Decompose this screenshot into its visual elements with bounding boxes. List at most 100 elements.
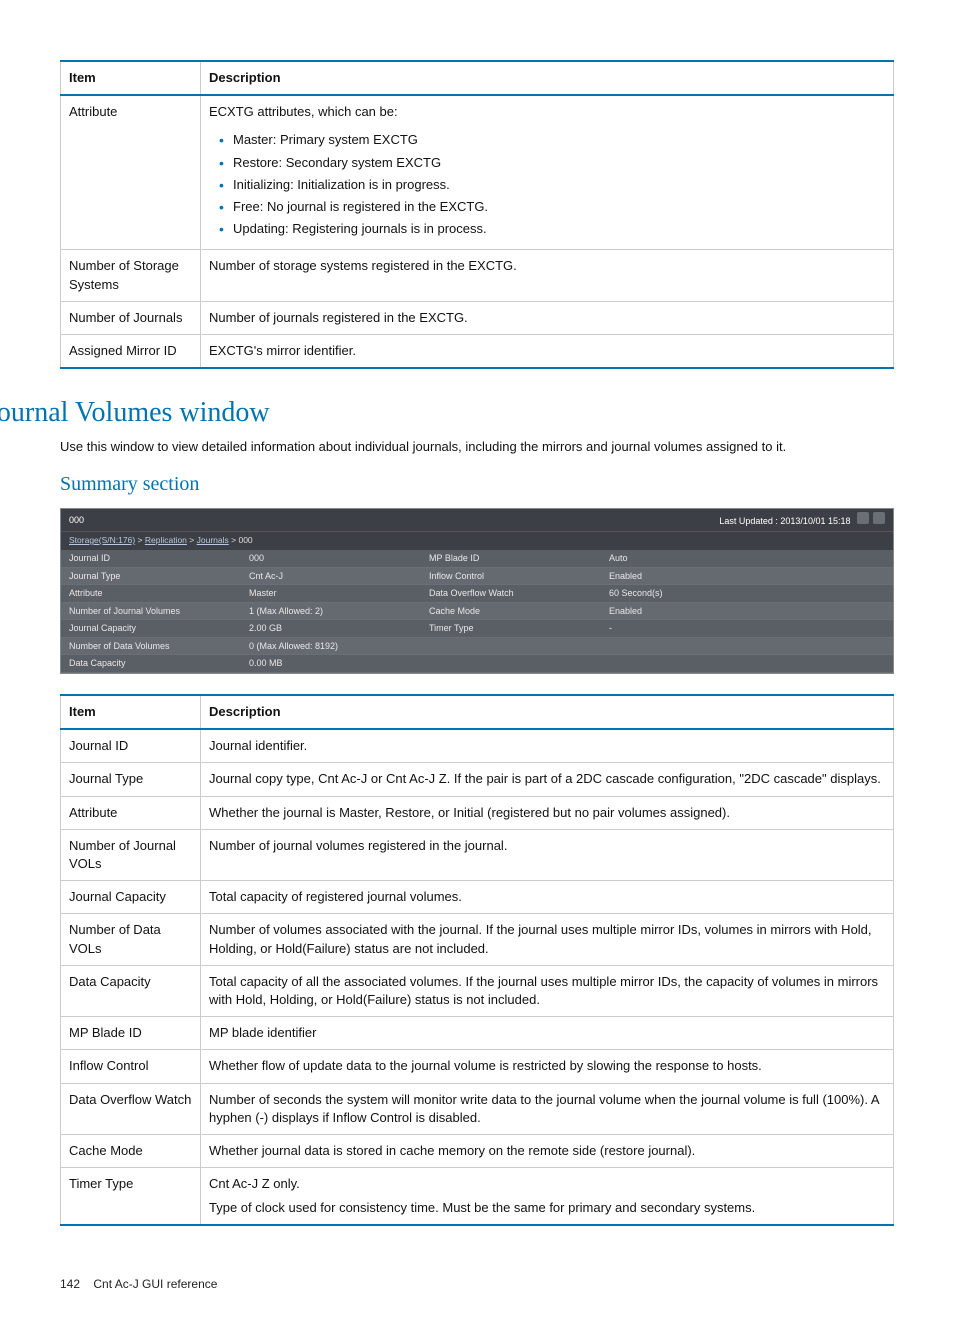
- section-body: Use this window to view detailed informa…: [60, 438, 894, 456]
- breadcrumb-tail: 000: [238, 535, 252, 545]
- summary-empty: [421, 638, 601, 656]
- table-row: Number of JournalsNumber of journals reg…: [61, 301, 894, 334]
- description-cell: Number of storage systems registered in …: [201, 250, 894, 301]
- table-row: Data CapacityTotal capacity of all the a…: [61, 965, 894, 1016]
- table-row: AttributeWhether the journal is Master, …: [61, 796, 894, 829]
- item-cell: Data Capacity: [61, 965, 201, 1016]
- journal-summary-table: Item Description Journal IDJournal ident…: [60, 694, 894, 1226]
- item-cell: Inflow Control: [61, 1050, 201, 1083]
- table-row: AttributeECXTG attributes, which can be:…: [61, 95, 894, 250]
- description-cell: Journal copy type, Cnt Ac-J or Cnt Ac-J …: [201, 763, 894, 796]
- item-cell: Number of Journal VOLs: [61, 829, 201, 880]
- description-cell: Number of journals registered in the EXC…: [201, 301, 894, 334]
- subsection-heading: Summary section: [60, 470, 894, 498]
- description-cell: Total capacity of registered journal vol…: [201, 881, 894, 914]
- bullet-item: Restore: Secondary system EXCTG: [219, 154, 885, 172]
- col-item: Item: [61, 61, 201, 95]
- summary-label: Number of Data Volumes: [61, 638, 241, 656]
- exctg-attributes-table: Item Description AttributeECXTG attribut…: [60, 60, 894, 369]
- summary-label: Timer Type: [421, 620, 601, 638]
- item-cell: Cache Mode: [61, 1134, 201, 1167]
- col-description: Description: [201, 61, 894, 95]
- help-icon[interactable]: [873, 512, 885, 524]
- description-cell: Whether the journal is Master, Restore, …: [201, 796, 894, 829]
- item-cell: Assigned Mirror ID: [61, 334, 201, 368]
- item-cell: Journal Type: [61, 763, 201, 796]
- summary-value: 2.00 GB: [241, 620, 421, 638]
- description-cell: Number of volumes associated with the jo…: [201, 914, 894, 965]
- description-cell: EXCTG's mirror identifier.: [201, 334, 894, 368]
- summary-value: 000: [241, 550, 421, 568]
- col-item: Item: [61, 695, 201, 729]
- table-row: Number of Data VOLsNumber of volumes ass…: [61, 914, 894, 965]
- description-cell: Whether journal data is stored in cache …: [201, 1134, 894, 1167]
- table-row: Timer TypeCnt Ac-J Z only.Type of clock …: [61, 1168, 894, 1226]
- summary-value: 0.00 MB: [241, 655, 421, 673]
- summary-value: Enabled: [601, 603, 893, 621]
- summary-value: Cnt Ac-J: [241, 568, 421, 586]
- summary-value: Master: [241, 585, 421, 603]
- summary-label: Attribute: [61, 585, 241, 603]
- breadcrumb-link[interactable]: Storage(S/N:176): [69, 535, 135, 545]
- item-cell: Attribute: [61, 796, 201, 829]
- description-cell: ECXTG attributes, which can be:Master: P…: [201, 95, 894, 250]
- col-description: Description: [201, 695, 894, 729]
- summary-value: -: [601, 620, 893, 638]
- table-row: Inflow ControlWhether flow of update dat…: [61, 1050, 894, 1083]
- section-heading: Journal Volumes window: [0, 393, 894, 432]
- panel-title: 000: [69, 514, 84, 527]
- description-cell: Total capacity of all the associated vol…: [201, 965, 894, 1016]
- bullet-item: Updating: Registering journals is in pro…: [219, 220, 885, 238]
- description-cell: Number of journal volumes registered in …: [201, 829, 894, 880]
- summary-value: Auto: [601, 550, 893, 568]
- item-cell: Data Overflow Watch: [61, 1083, 201, 1134]
- breadcrumb: Storage(S/N:176) > Replication > Journal…: [61, 531, 893, 550]
- bullet-item: Free: No journal is registered in the EX…: [219, 198, 885, 216]
- panel-icons: [853, 516, 885, 526]
- summary-value: 1 (Max Allowed: 2): [241, 603, 421, 621]
- description-cell: Cnt Ac-J Z only.Type of clock used for c…: [201, 1168, 894, 1226]
- summary-value: 0 (Max Allowed: 8192): [241, 638, 421, 656]
- breadcrumb-link[interactable]: Journals: [197, 535, 229, 545]
- summary-empty: [421, 655, 601, 673]
- item-cell: Journal Capacity: [61, 881, 201, 914]
- page-number: 142: [60, 1277, 80, 1291]
- footer-label: Cnt Ac-J GUI reference: [93, 1277, 217, 1291]
- item-cell: Attribute: [61, 95, 201, 250]
- summary-value: Enabled: [601, 568, 893, 586]
- summary-label: MP Blade ID: [421, 550, 601, 568]
- table-row: MP Blade IDMP blade identifier: [61, 1017, 894, 1050]
- item-cell: MP Blade ID: [61, 1017, 201, 1050]
- table-row: Number of Storage SystemsNumber of stora…: [61, 250, 894, 301]
- summary-label: Number of Journal Volumes: [61, 603, 241, 621]
- bullet-list: Master: Primary system EXCTG Restore: Sec…: [209, 121, 885, 238]
- summary-label: Inflow Control: [421, 568, 601, 586]
- table-row: Number of Journal VOLsNumber of journal …: [61, 829, 894, 880]
- summary-value: 60 Second(s): [601, 585, 893, 603]
- description-cell: Journal identifier.: [201, 729, 894, 763]
- description-cell: MP blade identifier: [201, 1017, 894, 1050]
- item-cell: Journal ID: [61, 729, 201, 763]
- bullet-item: Initializing: Initialization is in progr…: [219, 176, 885, 194]
- summary-label: Data Capacity: [61, 655, 241, 673]
- table-row: Journal CapacityTotal capacity of regist…: [61, 881, 894, 914]
- summary-label: Journal ID: [61, 550, 241, 568]
- summary-label: Journal Type: [61, 568, 241, 586]
- refresh-icon[interactable]: [857, 512, 869, 524]
- item-cell: Number of Journals: [61, 301, 201, 334]
- breadcrumb-link[interactable]: Replication: [145, 535, 187, 545]
- summary-empty: [601, 655, 893, 673]
- summary-label: Data Overflow Watch: [421, 585, 601, 603]
- item-cell: Number of Storage Systems: [61, 250, 201, 301]
- table-row: Journal IDJournal identifier.: [61, 729, 894, 763]
- summary-label: Journal Capacity: [61, 620, 241, 638]
- bullet-item: Master: Primary system EXCTG: [219, 131, 885, 149]
- table-row: Journal TypeJournal copy type, Cnt Ac-J …: [61, 763, 894, 796]
- summary-label: Cache Mode: [421, 603, 601, 621]
- summary-empty: [601, 638, 893, 656]
- item-cell: Timer Type: [61, 1168, 201, 1226]
- table-row: Cache ModeWhether journal data is stored…: [61, 1134, 894, 1167]
- last-updated-label: Last Updated : 2013/10/01 15:18: [719, 516, 850, 526]
- item-cell: Number of Data VOLs: [61, 914, 201, 965]
- description-cell: Whether flow of update data to the journ…: [201, 1050, 894, 1083]
